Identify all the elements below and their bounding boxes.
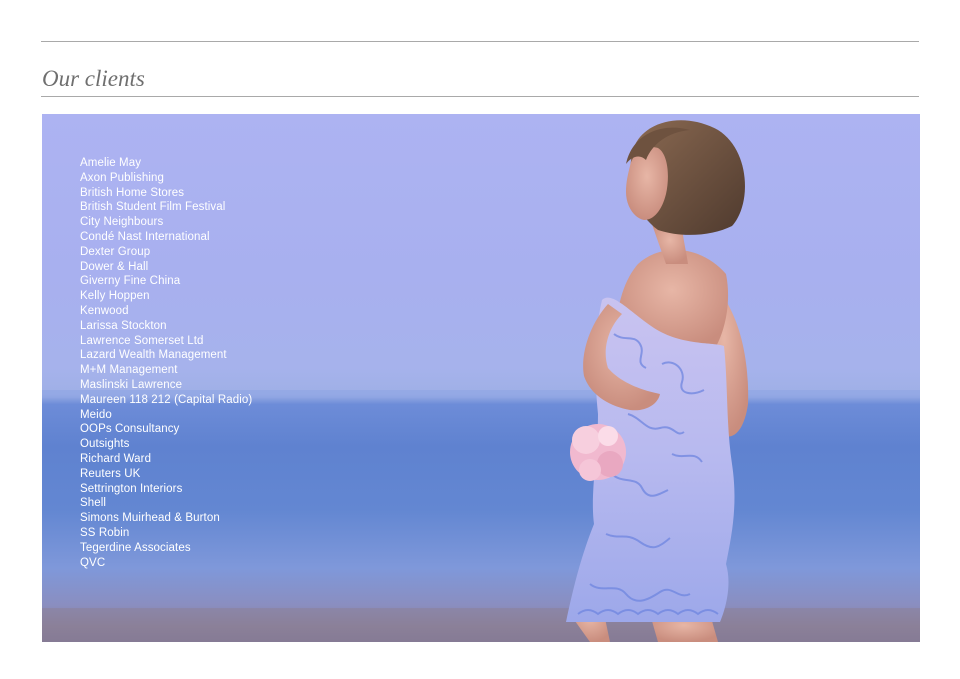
client-item: British Home Stores [80, 186, 185, 199]
client-item: Axon Publishing [80, 171, 164, 184]
client-item: SS Robin [80, 526, 130, 539]
client-item: Lawrence Somerset Ltd [80, 334, 204, 347]
title-divider [41, 96, 919, 97]
client-item: Shell [80, 497, 107, 510]
client-item: Dexter Group [80, 245, 151, 258]
client-item: OOPs Consultancy [80, 423, 180, 436]
client-item: Lazard Wealth Management [80, 349, 227, 362]
client-item: Outsights [80, 438, 130, 451]
client-item: Meido [80, 408, 112, 421]
client-item: British Student Film Festival [80, 201, 226, 214]
top-divider [41, 41, 919, 42]
client-item: Simons Muirhead & Burton [80, 512, 220, 525]
client-item: M+M Management [80, 364, 178, 377]
client-item: City Neighbours [80, 216, 164, 229]
page-title: Our clients [42, 66, 145, 91]
client-item: Tegerdine Associates [80, 541, 191, 554]
client-item: Giverny Fine China [80, 275, 181, 288]
client-item: QVC [80, 556, 106, 569]
client-item: Richard Ward [80, 452, 152, 465]
client-item: Amelie May [80, 157, 142, 169]
client-item: Maureen 118 212 (Capital Radio) [80, 393, 253, 406]
client-item: Kenwood [80, 304, 129, 317]
client-item: Condé Nast International [80, 230, 210, 243]
client-hero-photo: Amelie May Axon Publishing British Home … [42, 114, 920, 642]
client-item: Maslinski Lawrence [80, 378, 183, 391]
client-item: Kelly Hoppen [80, 290, 150, 303]
client-list: Amelie May Axon Publishing British Home … [80, 156, 252, 570]
client-item: Reuters UK [80, 467, 141, 480]
client-item: Settrington Interiors [80, 482, 183, 495]
pink-rose-icon [570, 424, 626, 481]
client-item: Larissa Stockton [80, 319, 167, 332]
client-item: Dower & Hall [80, 260, 149, 273]
